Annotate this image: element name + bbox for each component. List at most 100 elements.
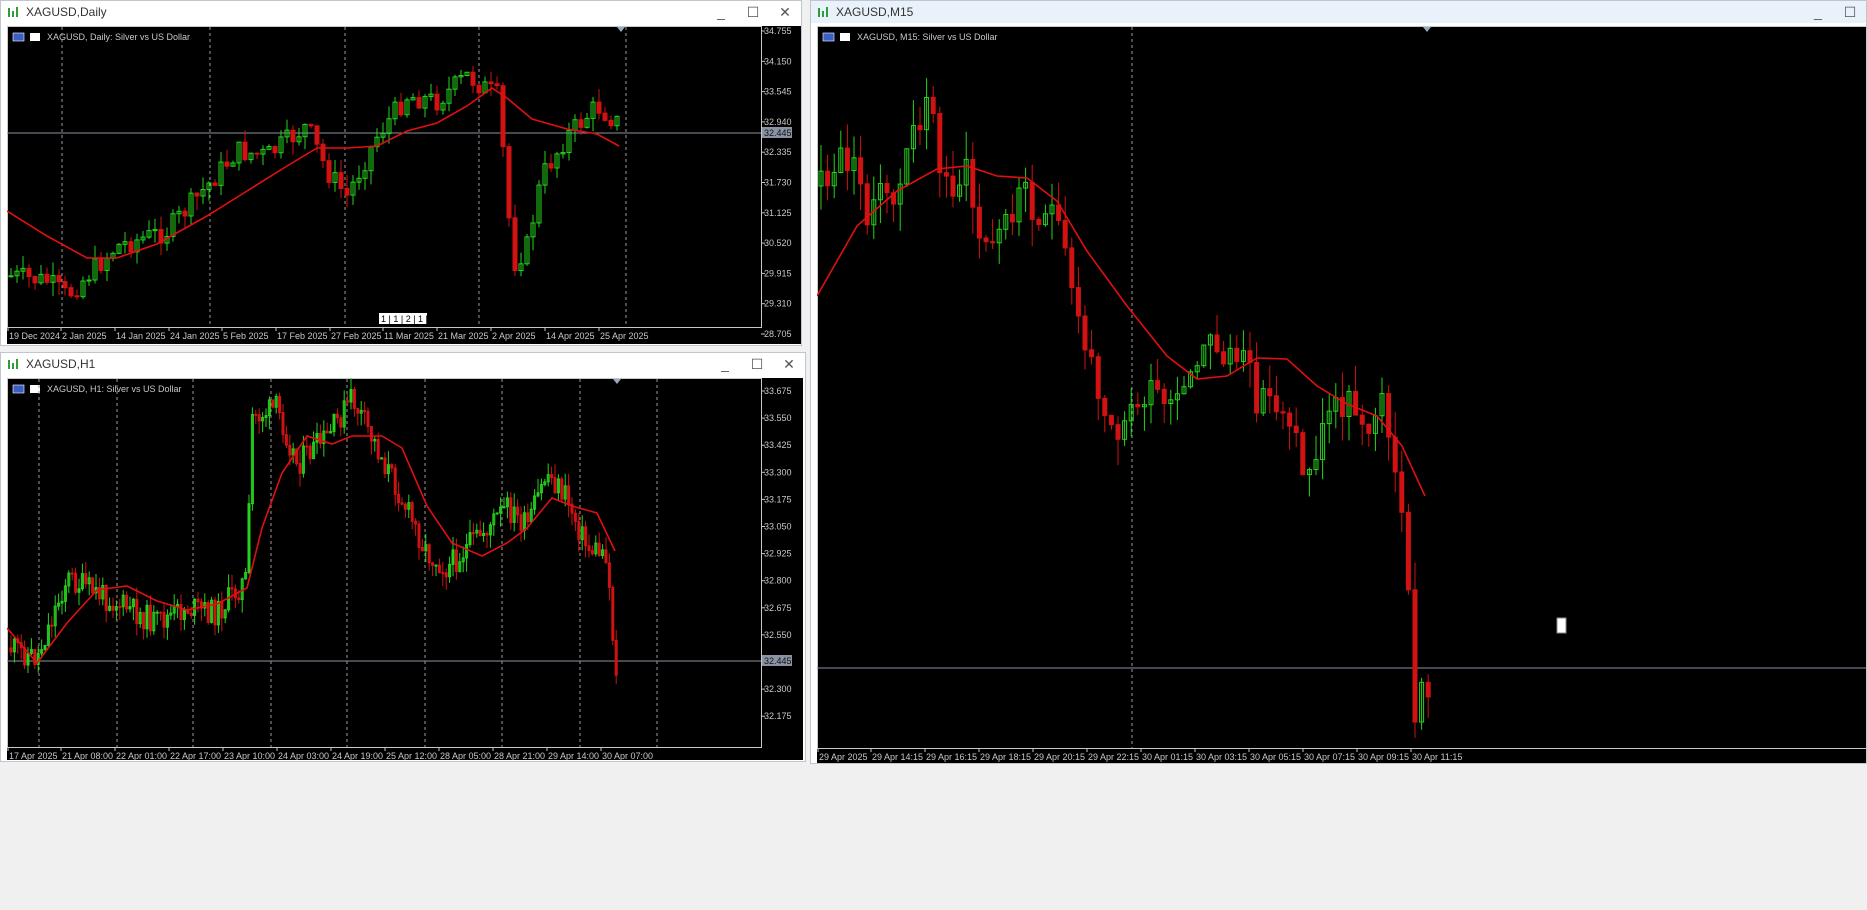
window-title: XAGUSD,M15 [836, 5, 914, 19]
candle-body [416, 97, 422, 109]
titlebar-h1[interactable]: XAGUSD,H1 _ ☐ ✕ [1, 353, 805, 375]
candle-body [431, 562, 435, 566]
titlebar-daily[interactable]: XAGUSD,Daily _ ☐ ✕ [1, 1, 801, 23]
candle-body [1082, 315, 1088, 351]
moving-average-line [817, 165, 1426, 497]
chart-icon [817, 6, 831, 18]
candle-body [1359, 414, 1365, 425]
candle-body [1102, 397, 1108, 416]
candle-body [111, 605, 115, 611]
candle-body [1353, 390, 1359, 416]
candle-body [298, 463, 302, 474]
candle-body [414, 520, 418, 525]
candle-body [410, 502, 414, 522]
candle-body [1221, 351, 1227, 365]
shift-marker[interactable] [617, 27, 625, 32]
y-tick-label: 34.150 [764, 56, 792, 66]
flag-icon [822, 32, 835, 42]
minimize-button[interactable]: _ [705, 4, 737, 21]
titlebar-m15[interactable]: XAGUSD,M15 _ ☐ [811, 1, 1866, 23]
candle-body [376, 438, 380, 460]
window-daily[interactable]: XAGUSD,Daily _ ☐ ✕ XAGUSD, Daily: Silver… [0, 0, 802, 346]
chart-type-icon [840, 33, 850, 41]
candle-body [56, 275, 62, 283]
candle-body [305, 445, 309, 448]
candle-body [179, 603, 183, 621]
y-tick-label: 29.915 [764, 268, 792, 278]
window-title: XAGUSD,Daily [26, 5, 107, 19]
shift-marker[interactable] [1423, 27, 1431, 32]
candle-body [288, 444, 292, 456]
candle-body [427, 544, 431, 564]
candle-body [182, 210, 188, 217]
candle-body [548, 163, 554, 169]
plot-frame [817, 26, 1866, 749]
close-button[interactable]: ✕ [769, 4, 801, 21]
candle-body [1036, 218, 1042, 226]
candle-body [135, 598, 139, 625]
x-tick-label: 29 Apr 14:00 [548, 751, 599, 760]
scroll-handle[interactable] [1556, 617, 1567, 634]
candle-body [284, 434, 288, 446]
candle-body [970, 158, 976, 208]
chart-h1[interactable]: XAGUSD, H1: Silver vs US Dollar 33.675 33.… [7, 378, 803, 760]
candle-body [339, 417, 343, 428]
candle-body [943, 172, 949, 177]
candle-body [560, 478, 564, 500]
candle-body [155, 611, 159, 614]
minimize-button[interactable]: _ [709, 356, 741, 373]
candle-body [611, 586, 615, 641]
candle-body [230, 587, 234, 590]
candle-body [74, 572, 78, 593]
candle-body [118, 606, 122, 609]
maximize-button[interactable]: ☐ [741, 356, 773, 373]
chart-daily[interactable]: XAGUSD, Daily: Silver vs US Dollar 34.755… [7, 26, 801, 344]
window-h1[interactable]: XAGUSD,H1 _ ☐ ✕ XAGUSD, H1: Silver vs US… [0, 352, 806, 762]
minimize-button[interactable]: _ [1802, 4, 1834, 21]
candle-body [125, 594, 129, 610]
candle-body [32, 276, 38, 284]
y-tick-label: 33.175 [764, 494, 792, 504]
candle-body [1108, 414, 1114, 426]
candle-body [254, 152, 260, 155]
candle-body [26, 267, 32, 278]
candle-body [1069, 247, 1075, 289]
close-button[interactable]: ✕ [773, 356, 805, 373]
candle-body [1287, 412, 1293, 427]
candle-body [271, 399, 275, 408]
y-tick-label: 32.800 [764, 576, 792, 586]
candle-body [607, 562, 611, 588]
candle-body [444, 572, 448, 578]
candle-body [162, 612, 166, 628]
candle-body [519, 514, 523, 531]
candle-body [281, 412, 285, 436]
candle-body [344, 187, 350, 196]
candle-body [356, 408, 360, 414]
candle-body [369, 426, 373, 442]
candle-body [70, 572, 74, 575]
candle-body [318, 432, 322, 445]
candle-body [189, 612, 193, 616]
candle-body [363, 409, 367, 412]
window-m15[interactable]: XAGUSD,M15 _ ☐ XAGUSD, M15: Silver vs US… [810, 0, 1867, 764]
candle-body [858, 157, 864, 185]
candle-body [434, 564, 438, 567]
candle-body [844, 147, 850, 172]
y-tick-label: 33.545 [764, 87, 792, 97]
x-tick-label: 22 Apr 01:00 [116, 751, 167, 760]
x-tick-label: 23 Apr 10:00 [224, 751, 275, 760]
candle-body [1009, 214, 1015, 223]
x-tick-label: 28 Apr 21:00 [494, 751, 545, 760]
y-tick-label: 34.755 [764, 26, 792, 36]
candle-body [390, 464, 394, 469]
candle-body [1273, 395, 1279, 413]
maximize-button[interactable]: ☐ [1834, 4, 1866, 21]
maximize-button[interactable]: ☐ [737, 4, 769, 21]
y-tick-label: 33.550 [764, 413, 792, 423]
y-tick-label: 32.550 [764, 630, 792, 640]
candle-body [990, 241, 996, 244]
shift-marker[interactable] [613, 379, 621, 384]
chart-m15[interactable]: XAGUSD, M15: Silver vs US Dollar 29 Apr 2… [817, 26, 1866, 763]
candle-body [98, 258, 104, 271]
candle-body [398, 101, 404, 116]
